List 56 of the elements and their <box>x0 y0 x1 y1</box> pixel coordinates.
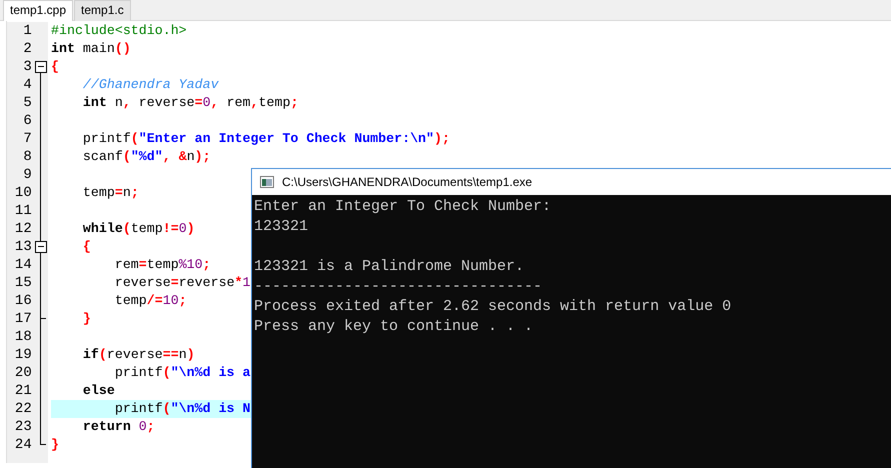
line-number: 22 <box>14 401 32 417</box>
console-output-line: 123321 is a Palindrome Number. <box>254 257 526 277</box>
console-output-line: -------------------------------- <box>254 277 544 297</box>
code-line: int main() <box>51 41 131 56</box>
line-number: 17 <box>14 311 32 327</box>
line-number: 13 <box>14 239 32 255</box>
code-line: { <box>51 59 59 74</box>
line-number: 4 <box>22 77 32 93</box>
console-output-line: Process exited after 2.62 seconds with return value 0 <box>254 297 732 317</box>
line-number: 21 <box>14 383 32 399</box>
editor-tab[interactable]: temp1.c <box>74 0 131 21</box>
line-number: 7 <box>22 131 32 147</box>
code-line: reverse=reverse*1 <box>114 275 251 290</box>
line-number: 24 <box>14 437 32 453</box>
code-line: temp=n; <box>82 185 139 200</box>
collapse-icon[interactable] <box>34 241 47 253</box>
line-number: 6 <box>22 113 32 129</box>
line-number: 1 <box>22 23 32 39</box>
line-number: 3 <box>22 59 32 75</box>
line-number: 18 <box>14 329 32 345</box>
code-line: printf("\n%d is a <box>114 365 250 380</box>
line-number: 12 <box>14 221 32 237</box>
code-line: temp/=10; <box>114 293 187 308</box>
code-line: { <box>82 239 91 254</box>
code-line: return 0; <box>82 419 155 434</box>
editor-tab[interactable]: temp1.cpp <box>3 0 74 21</box>
console-app-icon <box>260 176 274 188</box>
line-number: 20 <box>14 365 32 381</box>
code-line: if(reverse==n) <box>82 347 195 362</box>
window-title: C:\Users\GHANENDRA\Documents\temp1.exe <box>282 175 532 189</box>
code-line: int n, reverse=0, rem,temp; <box>82 95 298 110</box>
code-line: } <box>82 311 91 326</box>
line-number: 8 <box>22 149 32 165</box>
line-number: 23 <box>14 419 32 435</box>
line-number: 9 <box>22 167 32 183</box>
console-output-line: Enter an Integer To Check Number: <box>254 197 552 217</box>
code-line: printf("\n%d is N <box>114 401 250 416</box>
line-number: 10 <box>14 185 32 201</box>
line-number: 14 <box>14 257 32 273</box>
code-line: #include<stdio.h> <box>51 23 187 38</box>
code-line: scanf("%d", &n); <box>82 149 211 164</box>
console-output-line: Press any key to continue . . . <box>254 317 534 337</box>
line-number: 11 <box>14 203 32 219</box>
code-line: else <box>82 383 115 398</box>
code-line: rem=temp%10; <box>114 257 211 272</box>
collapse-icon[interactable] <box>34 61 47 73</box>
line-number: 15 <box>14 275 32 291</box>
line-number: 16 <box>14 293 32 309</box>
code-line: } <box>51 437 59 452</box>
line-number: 19 <box>14 347 32 363</box>
code-line: printf("Enter an Integer To Check Number:\n"); <box>82 131 450 146</box>
line-number: 2 <box>22 41 32 57</box>
code-line: while(temp!=0) <box>82 221 195 236</box>
console-output-line: 123321 <box>254 217 310 237</box>
code-line: //Ghanendra Yadav <box>82 77 219 92</box>
line-number: 5 <box>22 95 32 111</box>
